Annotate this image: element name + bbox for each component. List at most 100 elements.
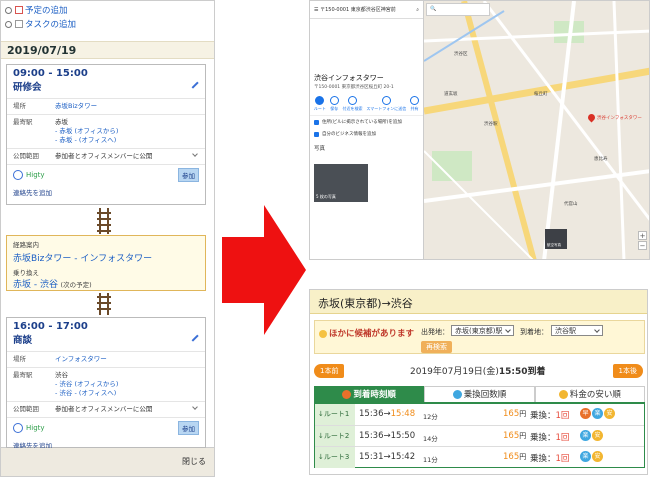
station-to-office[interactable]: - 渋谷 - (オフィスへ) — [55, 389, 116, 397]
info-line[interactable]: 住所(ビルに掲示されている場所)を追加 — [310, 116, 423, 128]
map-label: 代官山 — [564, 202, 578, 207]
from-select[interactable]: 赤坂(東京都)駅 — [451, 325, 514, 336]
participant-name[interactable]: Higty — [26, 171, 45, 179]
building-photo[interactable]: 5 枚の写真 — [314, 164, 368, 202]
task-icon — [15, 20, 23, 28]
add-task-link[interactable]: タスクの追加 — [25, 18, 76, 30]
send-phone-action[interactable]: スマートフォンに送信 — [366, 96, 406, 112]
radio-icon[interactable] — [5, 20, 12, 28]
candidate-notice: ほかに候補があります — [319, 327, 414, 339]
chevron-down-icon — [594, 327, 600, 333]
tab-transfers[interactable]: 乗換回数順 — [424, 386, 535, 402]
cheap-badge-icon: 安 — [592, 430, 603, 441]
radio-icon[interactable] — [5, 6, 12, 14]
join-badge: 参加 — [178, 421, 199, 435]
place-label: 場所 — [13, 355, 26, 363]
directions-icon — [315, 96, 325, 105]
business-icon — [314, 131, 319, 137]
photos-heading: 写真 — [314, 146, 326, 152]
station-to-office[interactable]: - 赤坂 - (オフィスへ) — [55, 136, 116, 144]
event-card-2[interactable]: 16:00 - 17:00 商談 場所 インフォスタワー 最寄駅 渋谷 - 渋谷… — [6, 317, 206, 450]
participant-row: Higty 参加 — [7, 417, 205, 438]
plus-icon — [314, 119, 319, 125]
info-line[interactable]: 自分のビジネス情報を追加 — [310, 128, 423, 140]
from-label: 出発地： — [421, 328, 449, 336]
route-action[interactable]: ルート — [314, 96, 326, 112]
place-link[interactable]: 赤坂Bizタワー — [55, 102, 199, 111]
route-label: 経路案内 — [13, 241, 39, 249]
pin-label: 渋谷インフォスタワー — [597, 116, 642, 121]
event-card-1[interactable]: 09:00 - 15:00 研修会 場所 赤坂Bizタワー 最寄駅 赤坂 - 赤… — [6, 64, 206, 205]
join-badge: 参加 — [178, 168, 199, 182]
route-row[interactable]: ↓ルート3 15:31→15:42 11分 165円 乗換：1回 楽安 — [315, 446, 644, 468]
map-search-bar[interactable]: ☰ 〒150-0001 東京都渋谷区神宮前 ⌕ — [310, 1, 423, 19]
early-badge-icon: 早 — [580, 408, 591, 419]
early-icon — [342, 390, 352, 399]
scope-row[interactable]: 公開範囲 参加者とオフィスメンバーに公開 — [7, 148, 205, 164]
close-button[interactable]: 閉じる — [182, 457, 206, 466]
fare: 165円 — [503, 431, 527, 441]
place-name: 渋谷インフォスタワー — [314, 74, 384, 82]
duration: 11分 — [423, 456, 438, 464]
candidate-box: ほかに候補があります 出発地： 赤坂(東京都)駅 到着地： 渋谷駅 再検索 — [314, 320, 645, 354]
route-badges: 楽安 — [580, 451, 604, 462]
zoom-out-button[interactable]: − — [638, 241, 647, 250]
railway-connector-icon — [97, 208, 111, 234]
route-label[interactable]: ↓ルート3 — [315, 447, 355, 468]
event-time: 09:00 - 15:00 — [13, 68, 88, 79]
map-label: 渋谷駅 — [484, 122, 498, 127]
to-label: 到着地： — [520, 328, 548, 336]
participant-row: Higty 参加 — [7, 164, 205, 185]
save-action[interactable]: 保存 — [329, 96, 339, 112]
add-task-row[interactable]: タスクの追加 — [1, 17, 214, 31]
add-schedule-link[interactable]: 予定の追加 — [25, 4, 68, 16]
station-name: 赤坂 — [55, 118, 68, 126]
prev-train-button[interactable]: 1本前 — [314, 364, 345, 378]
add-schedule-row[interactable]: 予定の追加 — [1, 3, 214, 17]
route-row[interactable]: ↓ルート1 15:36→15:48 12分 165円 乗換：1回 早楽安 — [315, 404, 644, 425]
participant-name[interactable]: Higty — [26, 424, 45, 432]
route-row[interactable]: ↓ルート2 15:36→15:50 14分 165円 乗換：1回 楽安 — [315, 425, 644, 447]
route-badges: 早楽安 — [580, 408, 616, 419]
map-label: 道玄坂 — [444, 92, 458, 97]
to-select[interactable]: 渋谷駅 — [551, 325, 603, 336]
add-contact-link[interactable]: 連絡先を追加 — [7, 185, 205, 200]
station-from-office[interactable]: - 赤坂 (オフィスから) — [55, 127, 118, 135]
place-row: 場所 インフォスタワー — [7, 351, 205, 367]
route-label[interactable]: ↓ルート1 — [315, 404, 355, 425]
transit-title: 赤坂(東京都)→渋谷 — [310, 290, 647, 314]
tab-cheapest[interactable]: 料金の安い順 — [534, 386, 645, 402]
scope-value: 参加者とオフィスメンバーに公開 — [55, 152, 153, 160]
station-from-office[interactable]: - 渋谷 (オフィスから) — [55, 380, 118, 388]
research-button[interactable]: 再検索 — [421, 341, 452, 353]
station-row: 最寄駅 渋谷 - 渋谷 (オフィスから) - 渋谷 - (オフィスへ) — [7, 367, 205, 401]
calendar-icon — [15, 6, 23, 14]
scope-row[interactable]: 公開範囲 参加者とオフィスメンバーに公開 — [7, 401, 205, 417]
map-canvas[interactable]: 🔍 渋谷区 渋谷駅 代官山 恵比寿 桜丘町 道玄坂 渋谷インフォスタワー 航空写… — [424, 1, 649, 259]
nearby-action[interactable]: 付近を検索 — [343, 96, 363, 112]
map-label: 桜丘町 — [534, 92, 548, 97]
cheap-badge-icon: 安 — [592, 451, 603, 462]
tab-arrival-time[interactable]: 到着時刻順 — [314, 386, 425, 402]
route-link[interactable]: 赤坂Bizタワー - インフォスタワー — [13, 251, 199, 264]
transit-panel: 赤坂(東京都)→渋谷 ほかに候補があります 出発地： 赤坂(東京都)駅 到着地：… — [309, 289, 648, 475]
map-search-box[interactable]: 🔍 — [426, 3, 490, 16]
share-action[interactable]: 共有 — [410, 96, 420, 112]
satellite-thumbnail[interactable]: 航空写真 — [545, 229, 567, 249]
transfer-link[interactable]: 赤坂 - 渋谷 — [13, 280, 58, 290]
route-label[interactable]: ↓ルート2 — [315, 426, 355, 447]
station-row: 最寄駅 赤坂 - 赤坂 (オフィスから) - 赤坂 - (オフィスへ) — [7, 114, 205, 148]
route-guide-box[interactable]: 経路案内 赤坂Bizタワー - インフォスタワー 乗り換え 赤坂 - 渋谷 (次… — [6, 235, 206, 291]
share-icon — [410, 96, 420, 105]
search-icon[interactable]: ⌕ — [416, 7, 419, 13]
chevron-down-icon — [505, 327, 511, 333]
phone-icon — [381, 96, 391, 105]
fare: 165円 — [503, 409, 527, 419]
scope-value: 参加者とオフィスメンバーに公開 — [55, 405, 153, 413]
next-train-button[interactable]: 1本後 — [612, 364, 643, 378]
zoom-in-button[interactable]: + — [638, 231, 647, 240]
nearby-icon — [348, 96, 358, 105]
transfers: 乗換：1回 — [530, 411, 570, 421]
address-text: 〒150-0001 東京都渋谷区神宮前 — [320, 7, 396, 13]
place-link[interactable]: インフォスタワー — [55, 355, 199, 364]
